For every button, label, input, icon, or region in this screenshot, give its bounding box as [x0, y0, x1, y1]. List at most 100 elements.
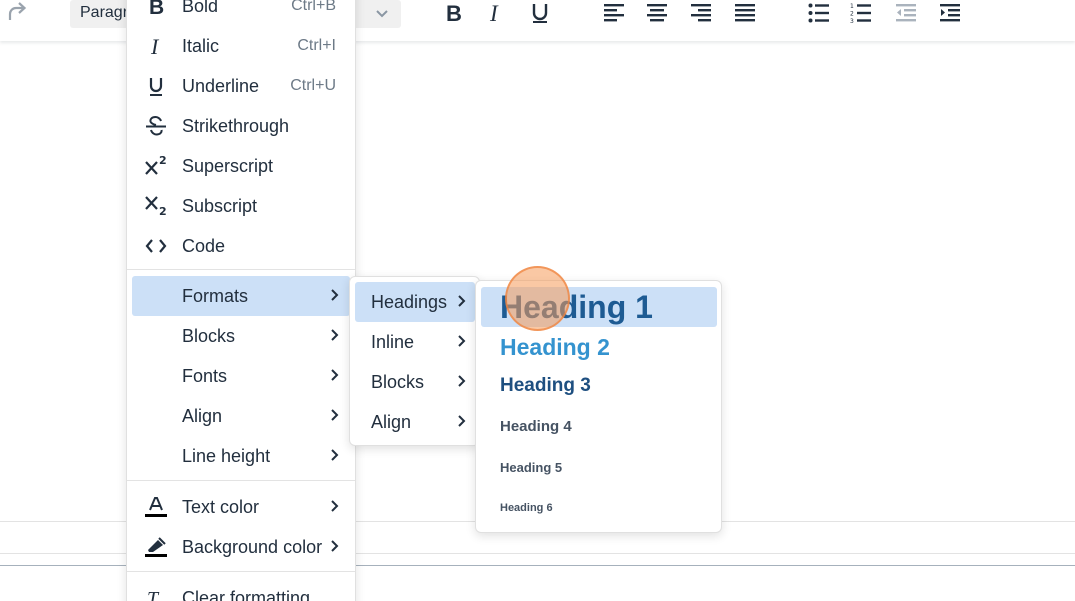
chevron-right-icon [330, 448, 340, 467]
redo-icon[interactable] [2, 0, 32, 25]
menu-item-fonts[interactable]: Fonts [132, 356, 350, 396]
menu-item-label: Line height [182, 446, 271, 466]
heading-5-option[interactable]: Heading 5 [481, 449, 717, 485]
menu-separator [127, 571, 355, 572]
svg-text:I: I [150, 35, 160, 57]
chevron-right-icon [330, 288, 340, 307]
menu-item-label: Blocks [182, 326, 236, 346]
svg-text:3: 3 [850, 18, 854, 23]
menu-item-clear-formatting[interactable]: Tx Clear formatting [132, 578, 350, 601]
align-left-icon[interactable] [599, 0, 629, 26]
heading-3-option[interactable]: Heading 3 [481, 369, 717, 405]
chevron-right-icon [330, 499, 340, 518]
chevron-down-icon [375, 6, 389, 24]
bullet-list-icon[interactable] [804, 0, 834, 26]
menu-item-label: Italic [182, 36, 220, 56]
superscript-icon: 2 [144, 154, 168, 178]
background-color-icon [144, 535, 168, 559]
shortcut-label: Ctrl+U [290, 77, 336, 94]
svg-text:2: 2 [159, 154, 167, 167]
svg-text:B: B [446, 2, 462, 24]
menu-item-label: Code [182, 236, 226, 256]
clear-formatting-icon: Tx [144, 586, 168, 601]
chevron-right-icon [457, 334, 467, 353]
menu-item-label: Superscript [182, 156, 274, 176]
menu-item-label: Align [182, 406, 223, 426]
menu-item-subscript[interactable]: 2 Subscript [132, 186, 350, 226]
subscript-icon: 2 [144, 194, 168, 218]
text-color-icon [144, 495, 168, 519]
menu-item-label: Strikethrough [182, 116, 290, 136]
menu-separator [127, 269, 355, 270]
svg-text:1: 1 [850, 3, 854, 10]
heading-label: Heading 3 [500, 375, 591, 396]
shortcut-label: Ctrl+I [297, 37, 336, 54]
heading-2-option[interactable]: Heading 2 [481, 329, 717, 367]
chevron-right-icon [457, 414, 467, 433]
outdent-icon[interactable] [891, 0, 921, 26]
chevron-right-icon [457, 374, 467, 393]
italic-icon: I [144, 34, 168, 58]
menu-item-label: Text color [182, 497, 260, 517]
menu-item-label: Align [371, 412, 412, 432]
menu-item-label: Fonts [182, 366, 228, 386]
underline-icon[interactable] [525, 0, 555, 26]
svg-text:I: I [489, 2, 499, 24]
heading-label: Heading 2 [500, 334, 610, 360]
menu-item-label: Subscript [182, 196, 258, 216]
menu-item-blocks[interactable]: Blocks [132, 316, 350, 356]
menu-item-strikethrough[interactable]: Strikethrough [132, 106, 350, 146]
align-right-icon[interactable] [686, 0, 716, 26]
justify-icon[interactable] [730, 0, 760, 26]
menu-separator [127, 480, 355, 481]
formats-submenu: Headings Inline Blocks Align [349, 276, 480, 446]
menu-item-label: Background color [182, 537, 323, 557]
chevron-right-icon [330, 368, 340, 387]
menu-item-code[interactable]: Code [132, 226, 350, 266]
menu-item-italic[interactable]: I Italic Ctrl+I [132, 26, 350, 66]
menu-item-label: Bold [182, 0, 219, 16]
bold-icon: B [144, 0, 168, 18]
heading-4-option[interactable]: Heading 4 [481, 409, 717, 445]
svg-text:2: 2 [850, 11, 854, 18]
menu-item-label: Formats [182, 286, 249, 306]
code-icon [144, 234, 168, 258]
heading-6-option[interactable]: Heading 6 [481, 489, 717, 525]
chevron-right-icon [330, 539, 340, 558]
svg-text:2: 2 [159, 205, 167, 218]
menu-item-text-color[interactable]: Text color [132, 487, 350, 527]
menu-item-label: Blocks [371, 372, 425, 392]
menu-item-label: Underline [182, 76, 260, 96]
submenu-item-blocks[interactable]: Blocks [355, 362, 475, 402]
menu-item-background-color[interactable]: Background color [132, 527, 350, 567]
cursor-click-indicator [505, 266, 570, 331]
menu-item-underline[interactable]: Underline Ctrl+U [132, 66, 350, 106]
strikethrough-icon [144, 114, 168, 138]
menu-item-label: Headings [371, 292, 448, 312]
indent-icon[interactable] [935, 0, 965, 26]
blocks-dropdown-value: Paragr [80, 4, 129, 21]
svg-text:T: T [147, 588, 160, 601]
submenu-item-headings[interactable]: Headings [355, 282, 475, 322]
align-center-icon[interactable] [642, 0, 672, 26]
menu-item-label: Inline [371, 332, 415, 352]
heading-label: Heading 4 [500, 418, 572, 435]
svg-text:B: B [149, 0, 164, 17]
chevron-right-icon [330, 328, 340, 347]
chevron-right-icon [457, 294, 467, 313]
chevron-right-icon [330, 408, 340, 427]
menu-item-align[interactable]: Align [132, 396, 350, 436]
format-menu: B Bold Ctrl+B I Italic Ctrl+I Underline … [126, 0, 356, 601]
submenu-item-inline[interactable]: Inline [355, 322, 475, 362]
underline-icon [144, 74, 168, 98]
italic-icon[interactable]: I [481, 0, 511, 26]
bold-icon[interactable]: B [439, 0, 469, 26]
menu-item-label: Clear formatting [182, 588, 311, 601]
menu-item-superscript[interactable]: 2 Superscript [132, 146, 350, 186]
menu-item-line-height[interactable]: Line height [132, 436, 350, 476]
submenu-item-align[interactable]: Align [355, 402, 475, 442]
numbered-list-icon[interactable]: 123 [846, 0, 876, 26]
menu-item-bold[interactable]: B Bold Ctrl+B [132, 0, 350, 26]
menu-item-formats[interactable]: Formats [132, 276, 350, 316]
shortcut-label: Ctrl+B [291, 0, 336, 14]
